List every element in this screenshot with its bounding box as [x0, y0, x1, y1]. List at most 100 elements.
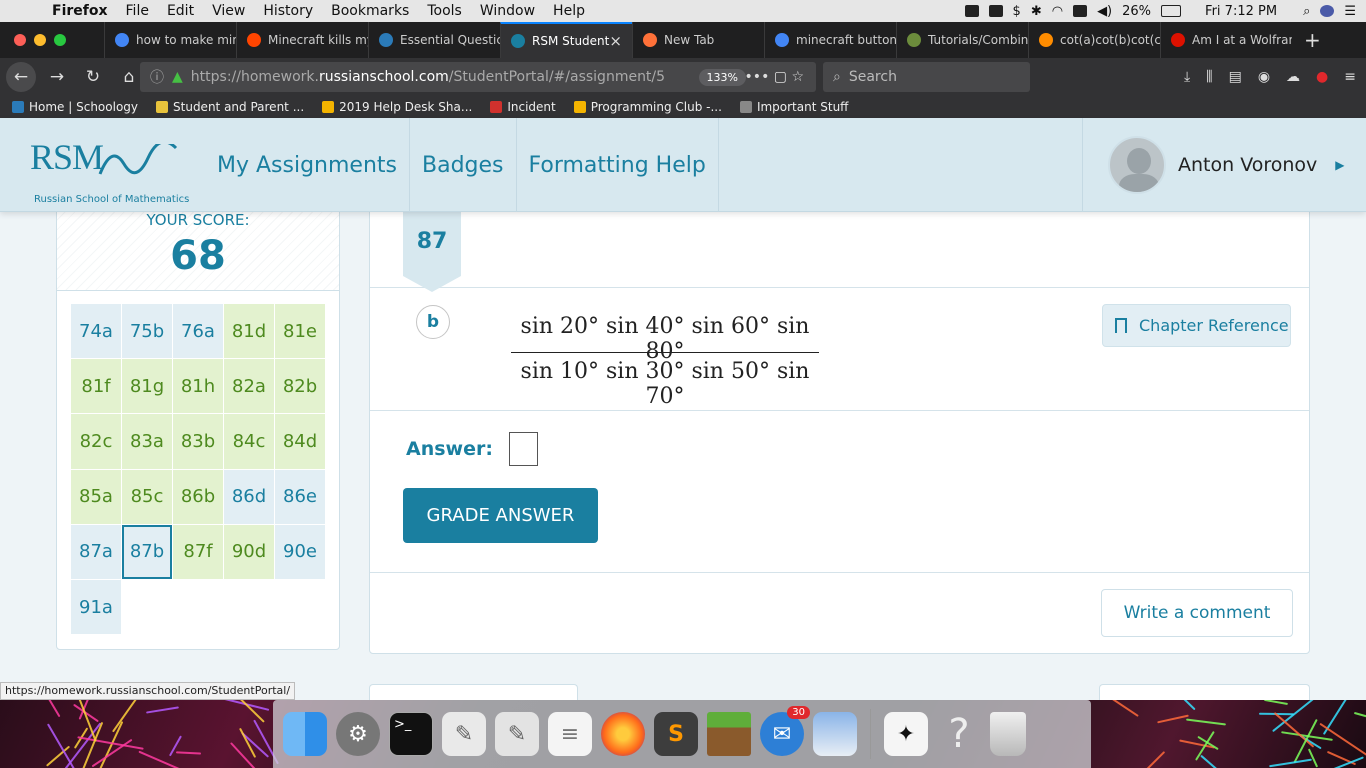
grapher-icon[interactable]: ✦ [884, 712, 928, 756]
nav-my-assignments[interactable]: My Assignments [205, 118, 410, 212]
reload-button[interactable]: ↻ [78, 67, 108, 87]
address-bar[interactable]: ⓘ ▲ https://homework.russianschool.com/S… [140, 62, 816, 92]
menu-help[interactable]: Help [553, 3, 585, 19]
forward-button[interactable]: → [42, 67, 72, 87]
bookmark-item[interactable]: Incident [490, 100, 555, 114]
question-mark-icon[interactable]: ? [937, 712, 981, 756]
new-tab-button[interactable]: + [1304, 28, 1321, 52]
browser-tab[interactable]: New Tab [632, 22, 764, 58]
window-minimize-button[interactable] [34, 34, 46, 46]
problem-cell[interactable]: 84c [224, 414, 274, 468]
menu-tools[interactable]: Tools [427, 3, 462, 19]
window-zoom-button[interactable] [54, 34, 66, 46]
terminal-icon[interactable]: >_ [389, 712, 433, 756]
close-tab-icon[interactable]: × [609, 32, 622, 50]
problem-cell[interactable]: 81e [275, 304, 325, 358]
menu-file[interactable]: File [126, 3, 149, 19]
problem-cell[interactable]: 85c [122, 470, 172, 524]
wifi-icon[interactable]: ◠ [1052, 4, 1063, 19]
back-button[interactable]: ← [6, 62, 36, 92]
problem-cell[interactable]: 86b [173, 470, 223, 524]
preview-icon[interactable] [813, 712, 857, 756]
menu-app-name[interactable]: Firefox [52, 3, 108, 19]
siri-icon[interactable] [1320, 5, 1334, 17]
library-icon[interactable]: ⫼ [1206, 69, 1212, 85]
extension-icon[interactable]: ☁ [1286, 69, 1300, 85]
bookmark-item[interactable]: 2019 Help Desk Sha... [322, 100, 472, 114]
write-comment-button[interactable]: Write a comment [1101, 589, 1293, 637]
problem-cell[interactable]: 90e [275, 525, 325, 579]
ublock-icon[interactable]: ● [1316, 69, 1328, 85]
zoom-level[interactable]: 133% [699, 69, 746, 86]
user-menu[interactable]: Anton Voronov ▶ [1082, 118, 1366, 212]
problem-cell[interactable]: 74a [71, 304, 121, 358]
browser-tab[interactable]: Minecraft kills my [236, 22, 368, 58]
rsm-logo[interactable]: RSM Russian School of Mathematics [30, 136, 200, 196]
bluetooth-icon[interactable]: ✱ [1031, 4, 1042, 19]
sidebar-icon[interactable]: ▤ [1229, 69, 1242, 85]
bookmark-item[interactable]: Important Stuff [740, 100, 849, 114]
bookmark-item[interactable]: Programming Club -... [574, 100, 722, 114]
problem-cell[interactable]: 90d [224, 525, 274, 579]
problem-cell[interactable]: 83a [122, 414, 172, 468]
problem-cell[interactable]: 81h [173, 359, 223, 413]
battery-percent[interactable]: 26% [1122, 4, 1151, 19]
menu-view[interactable]: View [212, 3, 245, 19]
system-preferences-icon[interactable]: ⚙ [336, 712, 380, 756]
browser-tab[interactable]: minecraft button [764, 22, 896, 58]
problem-cell[interactable]: 87b [122, 525, 172, 579]
bookmark-item[interactable]: Home | Schoology [12, 100, 138, 114]
notes-icon[interactable]: ≡ [548, 712, 592, 756]
bookmark-item[interactable]: Student and Parent ... [156, 100, 304, 114]
problem-cell[interactable]: 82b [275, 359, 325, 413]
page-actions-icon[interactable]: ••• ▢ ☆ [745, 69, 804, 85]
clock[interactable]: Fri 7:12 PM [1205, 4, 1277, 19]
browser-tab[interactable]: Tutorials/Combin [896, 22, 1028, 58]
browser-tab[interactable]: RSM Student × [500, 22, 632, 58]
problem-cell[interactable]: 82c [71, 414, 121, 468]
problem-cell[interactable]: 85a [71, 470, 121, 524]
menu-history[interactable]: History [263, 3, 313, 19]
problem-cell[interactable]: 86d [224, 470, 274, 524]
window-close-button[interactable] [14, 34, 26, 46]
volume-icon[interactable]: ◀) [1097, 4, 1112, 19]
menu-bookmarks[interactable]: Bookmarks [331, 3, 409, 19]
browser-tab[interactable]: cot(a)cot(b)cot(c [1028, 22, 1160, 58]
battery-icon[interactable] [1161, 5, 1181, 17]
answer-input[interactable] [509, 432, 538, 466]
downloads-icon[interactable]: ⤓ [1184, 69, 1190, 85]
search-input[interactable]: ⌕ Search [823, 62, 1030, 92]
textedit-icon[interactable]: ✎ [495, 712, 539, 756]
problem-cell[interactable]: 83b [173, 414, 223, 468]
problem-cell[interactable]: 76a [173, 304, 223, 358]
script-editor-icon[interactable]: ✎ [442, 712, 486, 756]
problem-cell[interactable]: 82a [224, 359, 274, 413]
problem-cell[interactable]: 81g [122, 359, 172, 413]
drive-icon[interactable] [989, 5, 1003, 17]
notification-center-icon[interactable]: ☰ [1344, 4, 1356, 19]
minecraft-icon[interactable] [707, 712, 751, 756]
problem-cell[interactable]: 87f [173, 525, 223, 579]
nav-badges[interactable]: Badges [410, 118, 517, 212]
problem-cell[interactable]: 87a [71, 525, 121, 579]
mail-icon[interactable]: ✉ 30 [760, 712, 804, 756]
spotlight-icon[interactable]: ⌕ [1303, 4, 1310, 19]
dollar-icon[interactable]: $ [1013, 4, 1021, 19]
package-icon[interactable] [965, 5, 979, 17]
finder-icon[interactable] [283, 712, 327, 756]
chapter-reference-button[interactable]: Chapter Reference [1102, 304, 1291, 347]
browser-tab[interactable]: Am I at a Wolfram [1160, 22, 1292, 58]
menu-window[interactable]: Window [480, 3, 535, 19]
lock-icon[interactable]: ▲ [172, 69, 183, 85]
airplay-icon[interactable] [1073, 5, 1087, 17]
problem-cell[interactable]: 91a [71, 580, 121, 634]
problem-cell[interactable]: 81d [224, 304, 274, 358]
sublime-text-icon[interactable]: S [654, 712, 698, 756]
problem-cell[interactable]: 86e [275, 470, 325, 524]
menu-edit[interactable]: Edit [167, 3, 194, 19]
info-icon[interactable]: ⓘ [150, 67, 164, 87]
problem-cell[interactable]: 75b [122, 304, 172, 358]
hamburger-menu-icon[interactable]: ≡ [1344, 69, 1356, 85]
account-icon[interactable]: ◉ [1258, 69, 1270, 85]
nav-formatting-help[interactable]: Formatting Help [517, 118, 719, 212]
